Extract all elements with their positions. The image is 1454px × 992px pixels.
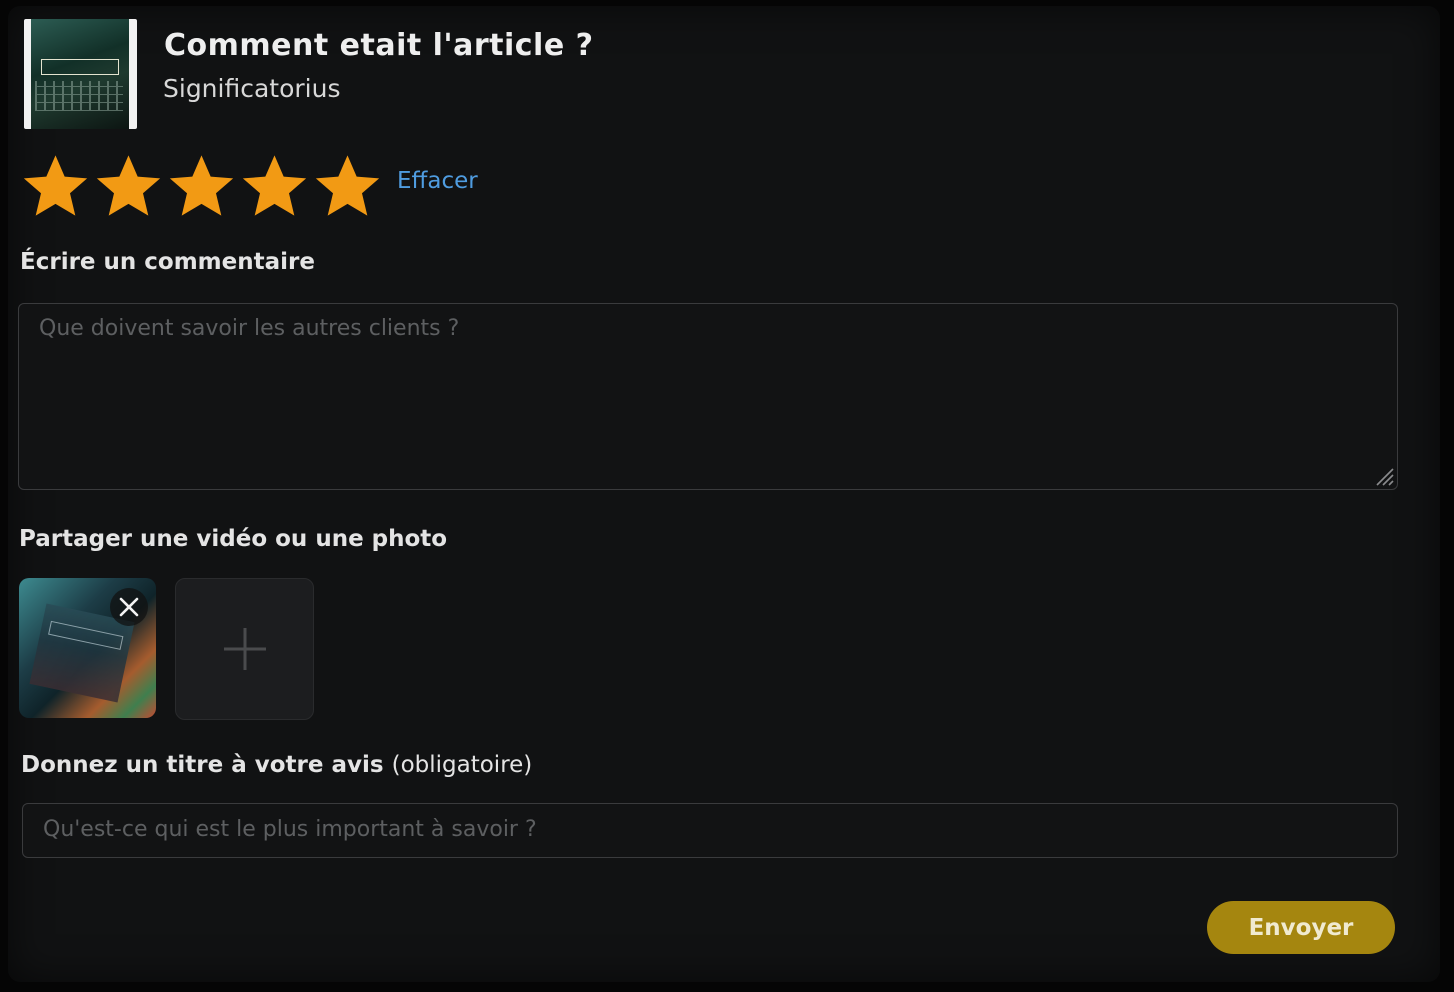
- star-icon-2[interactable]: [93, 150, 164, 221]
- uploaded-photo[interactable]: [19, 578, 156, 718]
- comment-textarea[interactable]: Que doivent savoir les autres clients ?: [18, 303, 1398, 490]
- review-title-placeholder: Qu'est-ce qui est le plus important à sa…: [43, 817, 537, 842]
- clear-rating-link[interactable]: Effacer: [397, 168, 478, 194]
- star-icon-5[interactable]: [312, 150, 383, 221]
- remove-photo-button[interactable]: [110, 588, 148, 626]
- product-image: [24, 19, 137, 129]
- review-title-input[interactable]: Qu'est-ce qui est le plus important à sa…: [22, 803, 1398, 858]
- comment-label: Écrire un commentaire: [20, 249, 315, 275]
- review-title-label-text: Donnez un titre à votre avis: [21, 752, 384, 778]
- product-name: Significatorius: [163, 74, 341, 103]
- close-icon: [119, 597, 139, 617]
- comment-placeholder: Que doivent savoir les autres clients ?: [39, 316, 460, 341]
- product-cover-art: [31, 19, 129, 129]
- required-note: (obligatoire): [391, 752, 533, 778]
- star-icon-1[interactable]: [20, 150, 91, 221]
- submit-button[interactable]: Envoyer: [1207, 901, 1395, 954]
- star-rating[interactable]: [20, 150, 383, 221]
- media-label: Partager une vidéo ou une photo: [19, 526, 448, 552]
- page-title: Comment etait l'article ?: [164, 28, 594, 63]
- review-title-label: Donnez un titre à votre avis (obligatoir…: [21, 752, 532, 778]
- plus-icon: [223, 628, 266, 670]
- media-list: [19, 578, 314, 720]
- star-icon-4[interactable]: [239, 150, 310, 221]
- resize-handle-icon[interactable]: [1371, 463, 1395, 487]
- add-media-button[interactable]: [175, 578, 314, 720]
- star-icon-3[interactable]: [166, 150, 237, 221]
